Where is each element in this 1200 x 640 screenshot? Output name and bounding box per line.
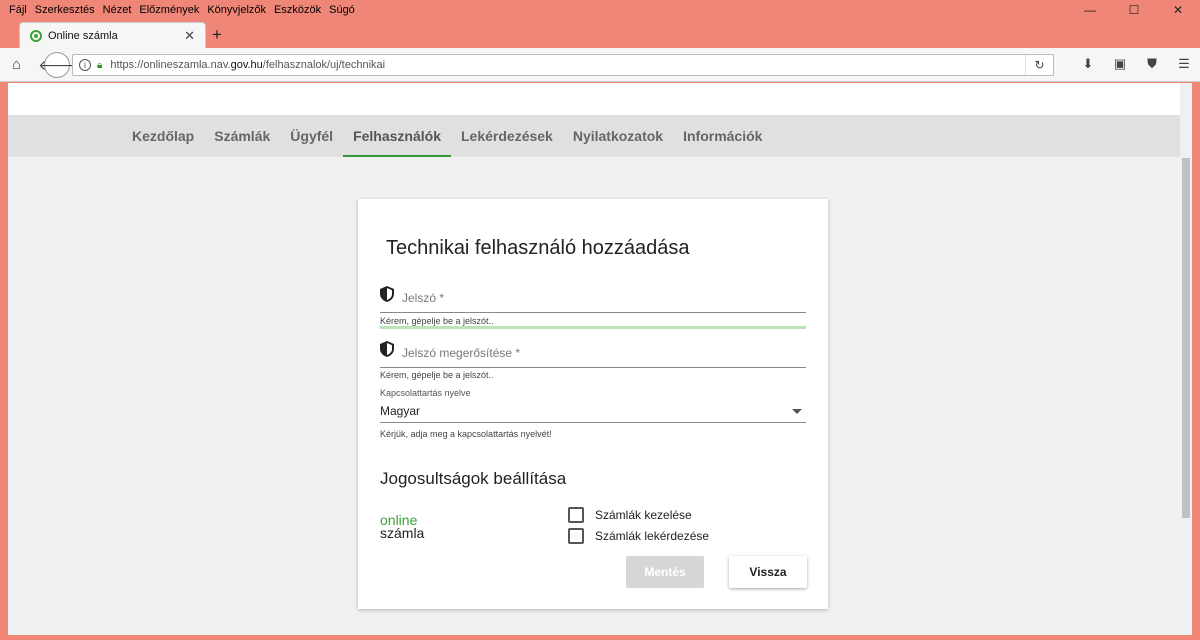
password-strength-bar [380, 326, 806, 329]
window-controls: — ☐ ✕ [1068, 0, 1200, 20]
nav-szamlak[interactable]: Számlák [204, 115, 280, 157]
reload-icon[interactable]: ↻ [1025, 55, 1053, 75]
password-underline [380, 312, 806, 313]
info-icon[interactable]: i [79, 59, 91, 71]
checkbox-invoices-label: Számlák kezelése [595, 508, 692, 522]
url-text[interactable]: https://onlineszamla.nav.gov.hu/felhaszn… [110, 59, 385, 71]
online-szamla-logo: online számla [380, 513, 425, 541]
page-content: Kezdőlap Számlák Ügyfél Felhasználók Lek… [8, 83, 1180, 635]
url-prefix: https://onlineszamla.nav. [110, 59, 231, 71]
nav-kezdolap[interactable]: Kezdőlap [122, 115, 204, 157]
tab-online-szamla[interactable]: Online számla ✕ [19, 22, 206, 48]
logo-szamla: számla [380, 525, 425, 541]
form-card: Technikai felhasználó hozzáadása Jelszó … [358, 199, 828, 609]
menu-help[interactable]: Súgó [329, 4, 355, 16]
form-title: Technikai felhasználó hozzáadása [386, 237, 690, 259]
checkbox-box[interactable] [568, 528, 584, 544]
checkbox-box[interactable] [568, 507, 584, 523]
menubar: Fájl Szerkesztés Nézet Előzmények Könyvj… [0, 0, 1200, 20]
menu-bookmarks[interactable]: Könyvjelzők [207, 4, 266, 16]
language-label: Kapcsolattartás nyelve [380, 388, 471, 398]
tab-title: Online számla [48, 29, 118, 42]
nav-ugyfel[interactable]: Ügyfél [280, 115, 343, 157]
shield-icon[interactable]: ⛊ [1136, 56, 1168, 72]
back-nav-button[interactable]: Vissza [729, 556, 807, 588]
lock-icon: 🔒︎ [97, 59, 103, 71]
maximize-button[interactable]: ☐ [1112, 0, 1156, 20]
nav-toolbar: ⌂ 🡐 i 🔒︎ https://onlineszamla.nav.gov.hu… [0, 48, 1200, 82]
menu-history[interactable]: Előzmények [139, 4, 199, 16]
minimize-button[interactable]: — [1068, 0, 1112, 20]
menu-view[interactable]: Nézet [103, 4, 132, 16]
password-label: Jelszó * [402, 291, 445, 305]
back-arrow-icon: 🡐 [38, 56, 76, 73]
language-select[interactable]: Magyar [380, 401, 806, 423]
back-button[interactable]: 🡐 [38, 52, 76, 78]
shield-icon [380, 286, 394, 302]
hamburger-menu-icon[interactable]: ☰ [1168, 56, 1200, 72]
toolbar-icons: ⬇ ▣ ⛊ ☰ [1072, 56, 1200, 72]
close-window-button[interactable]: ✕ [1156, 0, 1200, 20]
nav-nyilatkozatok[interactable]: Nyilatkozatok [563, 115, 673, 157]
shield-icon [380, 341, 394, 357]
tab-close-icon[interactable]: ✕ [184, 28, 195, 44]
chevron-down-icon [792, 409, 802, 414]
home-icon[interactable]: ⌂ [12, 56, 21, 73]
tab-bar: Online számla ✕ + [0, 22, 1200, 48]
new-tab-button[interactable]: + [212, 25, 222, 45]
url-path: /felhasznalok/uj/technikai [262, 59, 386, 71]
scrollbar[interactable] [1180, 83, 1192, 635]
scrollbar-thumb[interactable] [1182, 158, 1190, 518]
nav-informaciok[interactable]: Információk [673, 115, 772, 157]
permissions-title: Jogosultságok beállítása [380, 469, 567, 488]
download-icon[interactable]: ⬇ [1072, 56, 1104, 72]
checkbox-queries[interactable]: Számlák lekérdezése [568, 528, 709, 544]
language-hint: Kérjük, adja meg a kapcsolattartás nyelv… [380, 429, 552, 439]
favicon-icon [30, 29, 42, 42]
url-domain: gov.hu [230, 59, 263, 71]
confirm-password-hint: Kérem, gépelje be a jelszót.. [380, 370, 494, 380]
nav-felhasznalok[interactable]: Felhasználók [343, 115, 451, 157]
sidebar-icon[interactable]: ▣ [1104, 56, 1136, 72]
menu-file[interactable]: Fájl [9, 4, 27, 16]
url-bar[interactable]: i 🔒︎ https://onlineszamla.nav.gov.hu/fel… [72, 54, 1054, 76]
confirm-password-label: Jelszó megerősítése * [402, 346, 521, 360]
confirm-password-underline [380, 367, 806, 368]
checkbox-queries-label: Számlák lekérdezése [595, 529, 710, 543]
language-value: Magyar [380, 404, 421, 418]
save-button[interactable]: Mentés [626, 556, 704, 588]
menu-tools[interactable]: Eszközök [274, 4, 321, 16]
nav-lekerdezesek[interactable]: Lekérdezések [451, 115, 563, 157]
menu-edit[interactable]: Szerkesztés [35, 4, 95, 16]
page-header [8, 83, 1180, 115]
password-hint: Kérem, gépelje be a jelszót.. [380, 316, 494, 326]
browser-window: Fájl Szerkesztés Nézet Előzmények Könyvj… [0, 0, 1200, 640]
checkbox-invoices[interactable]: Számlák kezelése [568, 507, 692, 523]
app-nav: Kezdőlap Számlák Ügyfél Felhasználók Lek… [8, 115, 1180, 157]
